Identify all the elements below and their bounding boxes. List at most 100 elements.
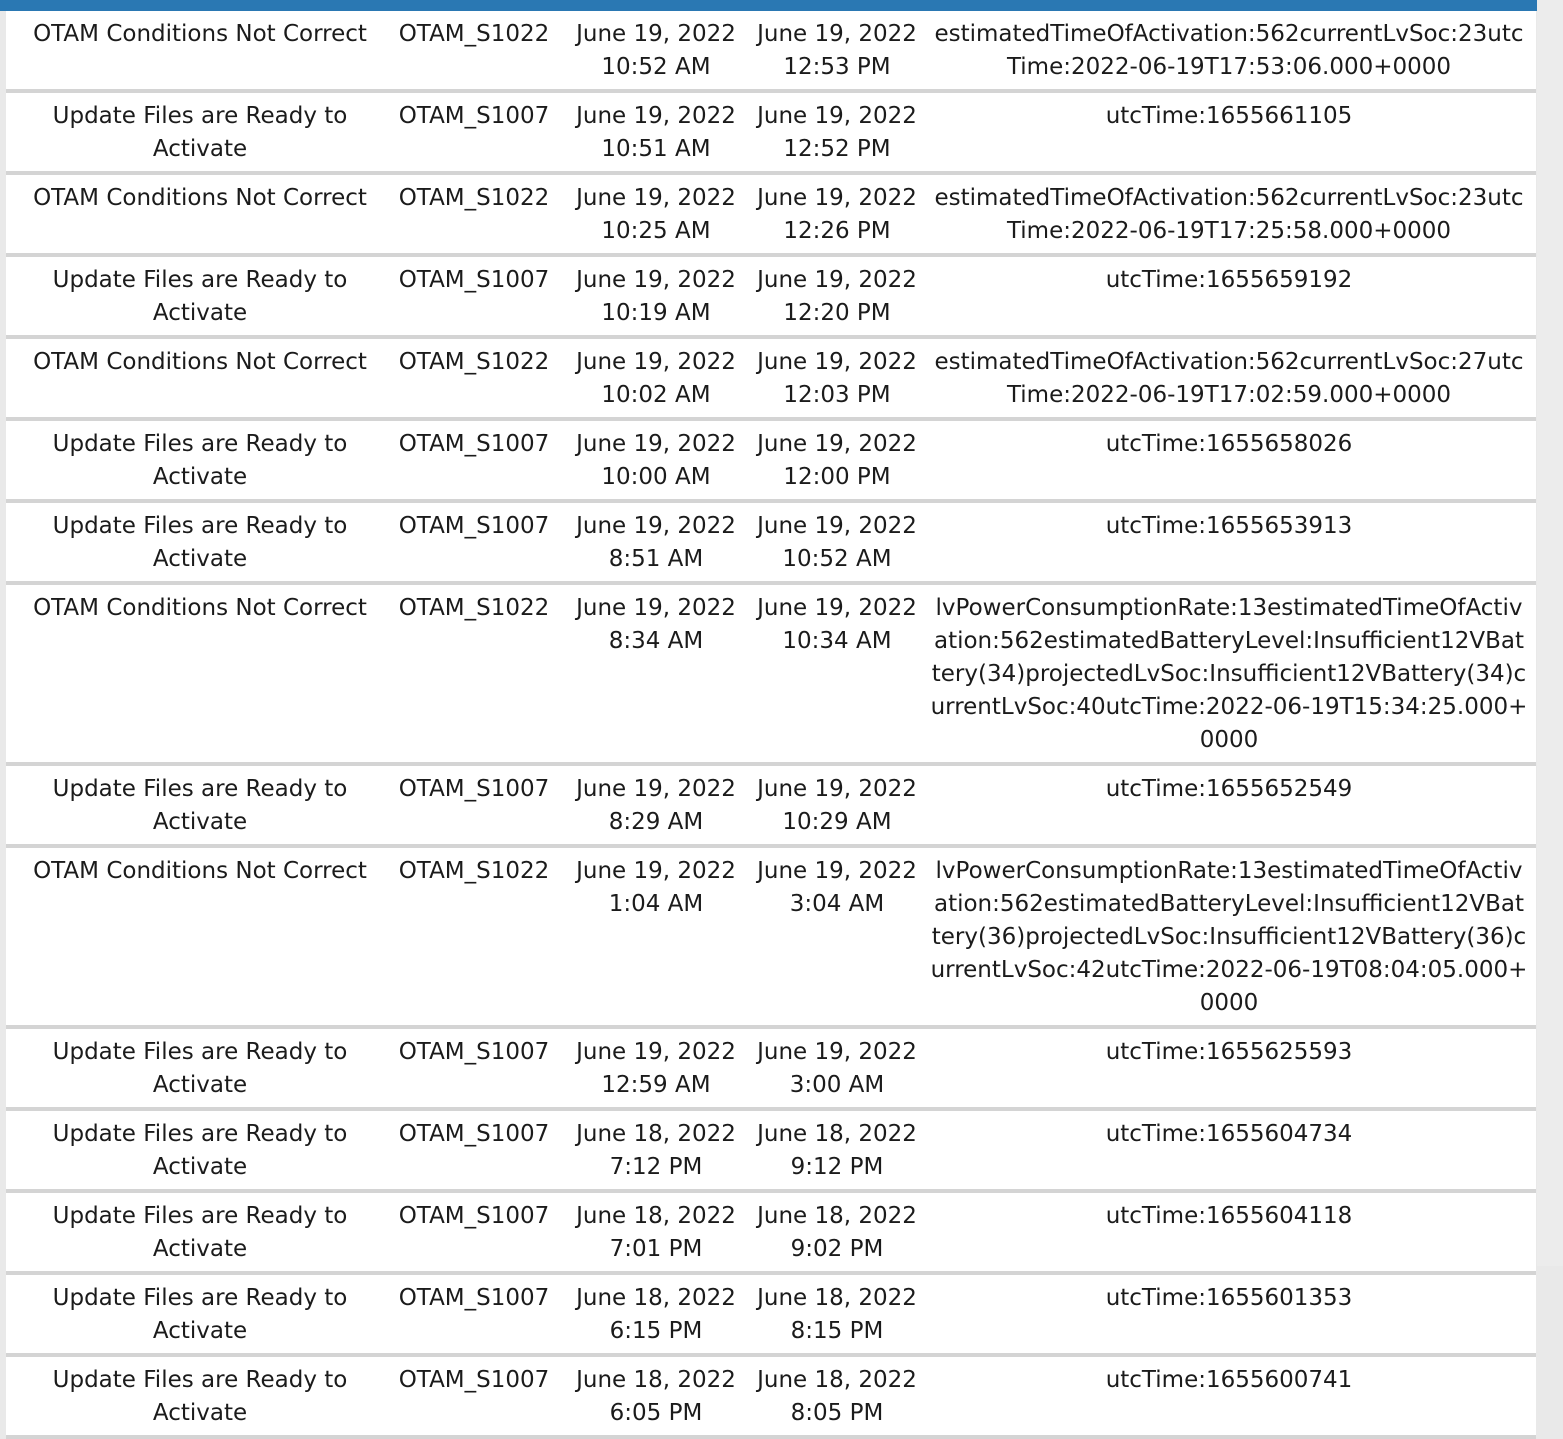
event-data-cell: utcTime:1655653913 — [920, 503, 1536, 581]
event-name: Update Files are Ready to Activate — [52, 267, 348, 326]
end-date: June 19, 2022 — [757, 103, 917, 129]
start-cell: June 19, 2022 12:59 AM — [554, 1029, 754, 1107]
event-name: Update Files are Ready to Activate — [52, 1285, 348, 1344]
event-data: estimatedTimeOfActivation:562currentLvSo… — [934, 185, 1524, 244]
end-cell: June 19, 2022 12:53 PM — [754, 11, 920, 89]
event-name-cell: Update Files are Ready to Activate — [6, 503, 394, 581]
event-name-cell: Update Files are Ready to Activate — [6, 257, 394, 335]
end-cell: June 19, 2022 12:00 PM — [754, 421, 920, 499]
end-date: June 19, 2022 — [757, 349, 917, 375]
end-date: June 19, 2022 — [757, 1039, 917, 1065]
start-time: 10:19 AM — [601, 300, 711, 326]
start-date: June 19, 2022 — [576, 103, 736, 129]
event-code: OTAM_S1022 — [398, 858, 550, 884]
event-name-cell: Update Files are Ready to Activate — [6, 1275, 394, 1353]
end-time: 8:15 PM — [790, 1318, 884, 1344]
start-date: June 18, 2022 — [576, 1121, 736, 1147]
end-cell: June 19, 2022 3:04 AM — [754, 848, 920, 1025]
event-data: utcTime:1655600741 — [1105, 1367, 1353, 1393]
event-data-cell: utcTime:1655652549 — [920, 766, 1536, 844]
event-data: utcTime:1655625593 — [1105, 1039, 1353, 1065]
event-name-cell: OTAM Conditions Not Correct — [6, 175, 394, 253]
table-row: OTAM Conditions Not Correct OTAM_S1022 Jun… — [6, 11, 1536, 93]
event-data-cell: utcTime:1655604118 — [920, 1193, 1536, 1271]
end-time: 12:53 PM — [783, 54, 891, 80]
end-date: June 19, 2022 — [757, 267, 917, 293]
start-date: June 18, 2022 — [576, 1203, 736, 1229]
event-data: utcTime:1655601353 — [1105, 1285, 1353, 1311]
event-name: OTAM Conditions Not Correct — [33, 349, 367, 375]
table-row: Update Files are Ready to Activate OTAM_S… — [6, 1275, 1536, 1357]
end-time: 10:29 AM — [782, 809, 892, 835]
start-time: 10:25 AM — [601, 218, 711, 244]
start-date: June 19, 2022 — [576, 349, 736, 375]
event-code: OTAM_S1007 — [398, 1367, 550, 1393]
event-name: OTAM Conditions Not Correct — [33, 858, 367, 884]
event-name: Update Files are Ready to Activate — [52, 103, 348, 162]
event-code: OTAM_S1007 — [398, 513, 550, 539]
end-time: 10:52 AM — [782, 546, 892, 572]
start-date: June 19, 2022 — [576, 858, 736, 884]
event-code-cell: OTAM_S1007 — [394, 1193, 554, 1271]
start-time: 8:51 AM — [608, 546, 704, 572]
event-data-cell: estimatedTimeOfActivation:562currentLvSo… — [920, 11, 1536, 89]
event-code: OTAM_S1007 — [398, 103, 550, 129]
start-cell: June 19, 2022 10:51 AM — [554, 93, 754, 171]
table-row: Update Files are Ready to Activate OTAM_S… — [6, 1111, 1536, 1193]
start-time: 7:01 PM — [609, 1236, 703, 1262]
event-code: OTAM_S1022 — [398, 185, 550, 211]
event-code-cell: OTAM_S1022 — [394, 11, 554, 89]
event-data-cell: utcTime:1655659192 — [920, 257, 1536, 335]
event-code-cell: OTAM_S1007 — [394, 257, 554, 335]
start-cell: June 19, 2022 8:51 AM — [554, 503, 754, 581]
event-code: OTAM_S1022 — [398, 349, 550, 375]
event-data: utcTime:1655661105 — [1105, 103, 1353, 129]
end-cell: June 19, 2022 10:29 AM — [754, 766, 920, 844]
event-code-cell: OTAM_S1007 — [394, 1275, 554, 1353]
event-name-cell: Update Files are Ready to Activate — [6, 766, 394, 844]
event-data-cell: estimatedTimeOfActivation:562currentLvSo… — [920, 339, 1536, 417]
event-code: OTAM_S1007 — [398, 1039, 550, 1065]
event-data: estimatedTimeOfActivation:562currentLvSo… — [934, 349, 1524, 408]
event-data-cell: utcTime:1655604734 — [920, 1111, 1536, 1189]
event-data: estimatedTimeOfActivation:562currentLvSo… — [934, 21, 1524, 80]
table-row: Update Files are Ready to Activate OTAM_S… — [6, 1029, 1536, 1111]
start-time: 10:02 AM — [601, 382, 711, 408]
event-code: OTAM_S1022 — [398, 21, 550, 47]
start-time: 1:04 AM — [608, 891, 704, 917]
event-code-cell: OTAM_S1007 — [394, 1111, 554, 1189]
end-cell: June 18, 2022 9:02 PM — [754, 1193, 920, 1271]
end-time: 12:00 PM — [783, 464, 891, 490]
end-time: 12:52 PM — [783, 136, 891, 162]
event-code-cell: OTAM_S1007 — [394, 766, 554, 844]
end-date: June 19, 2022 — [757, 858, 917, 884]
start-time: 8:34 AM — [608, 628, 704, 654]
event-name-cell: Update Files are Ready to Activate — [6, 1029, 394, 1107]
event-data: lvPowerConsumptionRate:13estimatedTimeOf… — [930, 858, 1528, 1016]
event-name: OTAM Conditions Not Correct — [33, 185, 367, 211]
table-row: Update Files are Ready to Activate OTAM_S… — [6, 93, 1536, 175]
start-cell: June 18, 2022 7:12 PM — [554, 1111, 754, 1189]
table-row: OTAM Conditions Not Correct OTAM_S1022 Jun… — [6, 175, 1536, 257]
event-data: utcTime:1655659192 — [1105, 267, 1353, 293]
event-data-cell: lvPowerConsumptionRate:13estimatedTimeOf… — [920, 585, 1536, 762]
start-time: 6:05 PM — [609, 1400, 703, 1426]
end-cell: June 18, 2022 8:15 PM — [754, 1275, 920, 1353]
table-row: OTAM Conditions Not Correct OTAM_S1022 Jun… — [6, 585, 1536, 766]
event-code: OTAM_S1007 — [398, 1285, 550, 1311]
end-date: June 19, 2022 — [757, 431, 917, 457]
scroll-gutter — [1537, 0, 1563, 1266]
event-data: utcTime:1655658026 — [1105, 431, 1353, 457]
event-name: Update Files are Ready to Activate — [52, 776, 348, 835]
end-date: June 18, 2022 — [757, 1121, 917, 1147]
end-cell: June 19, 2022 10:34 AM — [754, 585, 920, 762]
table-row: Update Files are Ready to Activate OTAM_S… — [6, 257, 1536, 339]
event-code: OTAM_S1007 — [398, 267, 550, 293]
event-data-cell: lvPowerConsumptionRate:13estimatedTimeOf… — [920, 848, 1536, 1025]
table-row: Update Files are Ready to Activate OTAM_S… — [6, 1357, 1536, 1439]
end-cell: June 19, 2022 3:00 AM — [754, 1029, 920, 1107]
end-time: 12:20 PM — [783, 300, 891, 326]
event-name-cell: Update Files are Ready to Activate — [6, 1111, 394, 1189]
start-date: June 19, 2022 — [576, 185, 736, 211]
table-row: Update Files are Ready to Activate OTAM_S… — [6, 1193, 1536, 1275]
